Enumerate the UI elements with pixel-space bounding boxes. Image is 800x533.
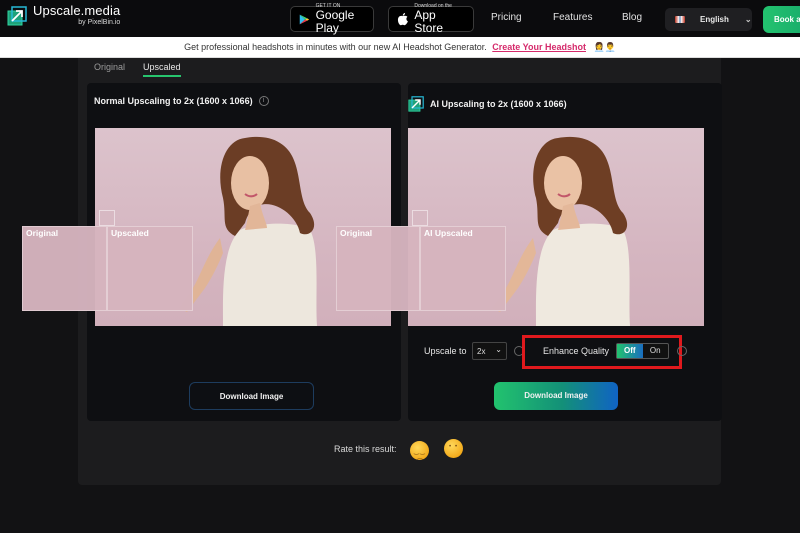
google-play-button[interactable]: GET IT ON Google Play [290, 3, 374, 35]
overlay-label: Original [26, 228, 59, 238]
app-store-big: App Store [414, 8, 444, 35]
create-headshot-link[interactable]: Create Your Headshot [492, 42, 586, 52]
enhance-quality-toggle[interactable]: Off On [616, 343, 669, 359]
nav-features[interactable]: Features [553, 12, 592, 23]
promo-banner: Get professional headshots in minutes wi… [0, 37, 800, 58]
normal-card-title: Normal Upscaling to 2x (1600 x 1066) i [94, 96, 269, 106]
overlay-label: Upscaled [111, 228, 149, 238]
google-play-big: Google Play [315, 8, 355, 35]
overlay-label: AI Upscaled [424, 228, 473, 238]
toggle-off-option[interactable]: Off [617, 344, 643, 358]
book-cta-button[interactable]: Book a [763, 6, 800, 33]
logo[interactable]: Upscale.media by PixelBin.io [7, 4, 120, 26]
pensive-face-icon[interactable]: ‿ ‿ ︵ [410, 441, 429, 461]
google-play-icon [299, 14, 310, 24]
nav-blog[interactable]: Blog [622, 12, 642, 23]
info-icon[interactable] [677, 346, 687, 356]
language-label: English [700, 15, 729, 24]
apple-icon [397, 12, 408, 26]
nav-pricing[interactable]: Pricing [491, 12, 522, 23]
tab-original[interactable]: Original [94, 62, 125, 72]
language-select[interactable]: English ⌄ [665, 8, 752, 31]
rate-label: Rate this result: [334, 444, 397, 454]
ai-card-title-text: AI Upscaling to 2x (1600 x 1066) [430, 99, 567, 109]
ai-download-button[interactable]: Download Image [494, 382, 618, 410]
chevron-down-icon: ⌄ [495, 345, 502, 354]
headshot-emoji-icon: 👩‍💼👨‍💼 [593, 42, 616, 52]
ai-upscaled-compare-box[interactable]: AI Upscaled [420, 226, 506, 311]
logo-title: Upscale.media [33, 3, 121, 18]
logo-subtitle: by PixelBin.io [78, 19, 121, 26]
banner-text: Get professional headshots in minutes wi… [184, 42, 487, 52]
upscale-factor-value: 2x [477, 347, 486, 356]
top-navbar: Upscale.media by PixelBin.io GET IT ON G… [0, 0, 800, 37]
compare-handle[interactable] [99, 210, 115, 226]
ai-card-title: AI Upscaling to 2x (1600 x 1066) [408, 96, 567, 112]
neutral-face-icon[interactable]: • • [444, 439, 463, 458]
normal-download-button[interactable]: Download Image [189, 382, 314, 410]
original-compare-box[interactable]: Original [22, 226, 107, 311]
uk-flag-icon [675, 16, 685, 23]
active-tab-indicator [143, 75, 181, 77]
upscale-factor-select[interactable]: 2x ⌄ [472, 342, 507, 360]
tab-upscaled[interactable]: Upscaled [143, 62, 181, 72]
enhance-quality-label: Enhance Quality [543, 346, 610, 356]
upscale-logo-icon [7, 6, 27, 26]
toggle-on-option[interactable]: On [643, 344, 669, 358]
ai-upscale-icon [408, 96, 424, 112]
compare-handle[interactable] [412, 210, 428, 226]
upscaled-compare-box[interactable]: Upscaled [107, 226, 193, 311]
upscale-to-label: Upscale to [424, 346, 467, 356]
normal-card-title-text: Normal Upscaling to 2x (1600 x 1066) [94, 96, 253, 106]
chevron-down-icon: ⌄ [744, 15, 752, 24]
overlay-label: Original [340, 228, 373, 238]
app-store-button[interactable]: Download on the App Store [388, 3, 474, 35]
info-icon[interactable]: i [258, 96, 269, 106]
ai-original-compare-box[interactable]: Original [336, 226, 420, 311]
